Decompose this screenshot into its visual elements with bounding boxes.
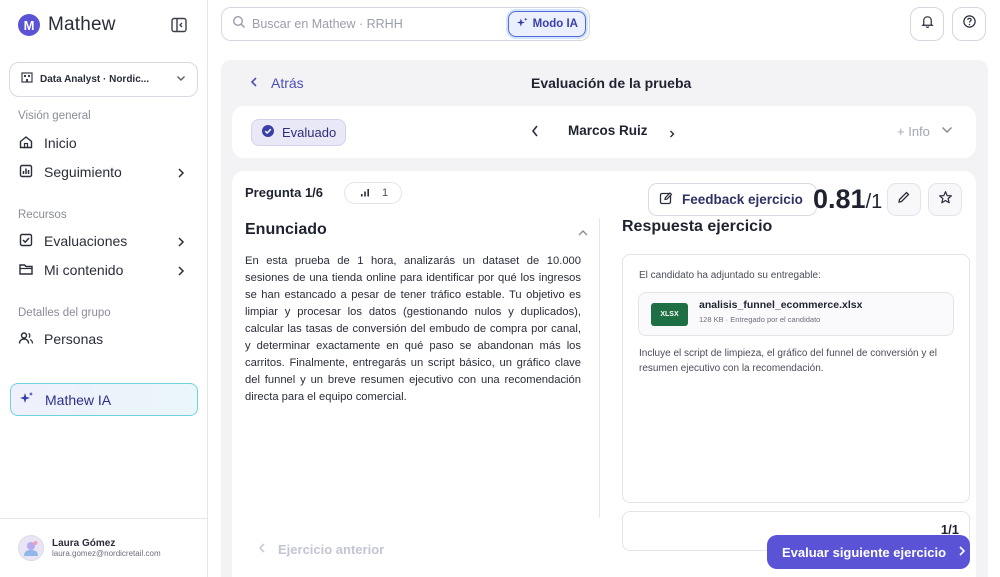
bell-icon [920,14,935,34]
difficulty-pill: 1 [344,182,402,204]
enunciado-title: Enunciado [245,221,327,238]
next-candidate-button[interactable] [668,126,676,144]
signal-bars-icon [360,187,370,200]
app-logo[interactable]: M Mathew [18,14,116,36]
user-email: laura.gomez@nordicretail.com [52,549,161,558]
feedback-button[interactable]: Feedback ejercicio [648,183,817,216]
feedback-label: Feedback ejercicio [682,192,803,207]
sidebar-item-label: Mathew IA [45,391,112,408]
previous-exercise-label: Ejercicio anterior [278,542,385,557]
section-resources: Recursos [18,209,67,221]
column-divider [599,218,600,518]
ai-mode-button[interactable]: Modo IA [507,11,586,37]
info-label: + Info [897,124,930,139]
workspace-selector[interactable]: Data Analyst · Nordic... [9,62,198,97]
back-label: Atrás [271,75,304,91]
attachment-name: analisis_funnel_ecommerce.xlsx [699,299,863,311]
response-title: Respuesta ejercicio [622,218,773,235]
folder-icon [18,261,34,280]
chevron-right-icon [176,166,186,182]
next-exercise-label: Evaluar siguiente ejercicio [782,544,947,560]
collapse-enunciado-button[interactable] [577,225,589,243]
enunciado-text: En esta prueba de 1 hora, analizarás un … [245,255,581,403]
search-input[interactable] [252,17,502,31]
response-description: Incluye el script de limpieza, el gráfic… [639,348,937,374]
chevron-right-icon [668,126,676,143]
sparkles-icon [19,390,35,409]
checkbox-icon [18,232,34,251]
help-button[interactable] [952,7,986,41]
chevron-right-icon [958,545,966,560]
chevron-right-icon [176,235,186,251]
workspace-label: Data Analyst · Nordic... [40,74,150,85]
star-icon [938,190,953,210]
chevron-down-icon [175,71,187,89]
check-circle-icon [261,124,275,141]
sidebar: M Mathew Data Analyst · Nordic... Visión… [0,0,208,577]
back-button[interactable]: Atrás [249,75,304,91]
info-toggle[interactable]: + Info [897,124,954,139]
favorite-button[interactable] [928,183,962,216]
edit-score-button[interactable] [887,183,921,216]
sidebar-item-label: Seguimiento [44,164,122,180]
sparkles-icon [516,16,529,32]
sidebar-item-seguimiento[interactable]: Seguimiento [10,158,198,186]
question-label: Pregunta 1/6 [245,185,324,200]
score-value: 0.81 [813,184,866,214]
ai-mode-label: Modo IA [532,18,578,30]
pencil-icon [897,190,911,209]
sidebar-item-evaluaciones[interactable]: Evaluaciones [10,227,198,255]
chevron-right-icon [176,264,186,280]
sidebar-item-inicio[interactable]: Inicio [10,129,198,157]
chevron-left-icon [258,542,266,557]
next-exercise-button[interactable]: Evaluar siguiente ejercicio [767,535,970,569]
sidebar-item-contenido[interactable]: Mi contenido [10,256,198,284]
response-intro: El candidato ha adjuntado su entregable: [639,270,821,281]
chart-icon [18,163,34,182]
edit-icon [659,191,673,208]
page-title: Evaluación de la prueba [531,75,692,91]
search-icon [232,15,246,34]
chevron-left-icon [249,75,259,91]
help-icon [962,14,977,34]
sidebar-item-label: Inicio [44,135,77,151]
main-panel: Atrás Evaluación de la prueba Evaluado M… [221,60,988,577]
logo-mark: M [18,14,40,36]
attachment-meta: 128 KB · Entregado por el candidato [699,315,821,324]
status-label: Evaluado [282,125,337,140]
sidebar-item-label: Evaluaciones [44,233,128,249]
attachment-card[interactable]: XLSX analisis_funnel_ecommerce.xlsx 128 … [638,292,954,336]
previous-candidate-button[interactable] [530,124,540,143]
candidate-name: Marcos Ruiz [568,123,648,138]
chevron-left-icon [530,125,540,142]
user-name: Laura Gómez [52,538,116,549]
section-group: Detalles del grupo [18,307,111,319]
score: 0.81/1 [813,184,882,215]
notifications-button[interactable] [910,7,944,41]
sidebar-item-personas[interactable]: Personas [10,325,198,353]
section-overview: Visión general [18,110,91,122]
sidebar-item-mathew-ia[interactable]: Mathew IA [10,383,198,416]
question-card: Pregunta 1/6 1 Feedback ejercicio 0.81/1… [232,171,976,577]
evaluation-header: Evaluado Marcos Ruiz + Info [232,106,976,158]
sidebar-item-label: Personas [44,331,104,347]
users-icon [18,330,34,349]
sidebar-divider [0,518,208,519]
sidebar-item-label: Mi contenido [44,262,124,278]
difficulty-value: 1 [382,187,389,199]
search-bar[interactable]: Modo IA [221,7,590,41]
chevron-up-icon [577,225,589,242]
avatar [18,535,44,561]
user-profile[interactable]: Laura Gómez laura.gomez@nordicretail.com [18,535,161,561]
sidebar-collapse-icon[interactable] [170,16,190,36]
score-max: /1 [865,191,883,213]
xlsx-file-icon: XLSX [651,303,688,326]
response-box: El candidato ha adjuntado su entregable:… [622,254,970,503]
previous-exercise-button[interactable]: Ejercicio anterior [258,542,384,557]
app-name: Mathew [48,14,116,35]
status-badge: Evaluado [251,119,347,146]
home-icon [18,134,34,153]
building-icon [20,70,34,89]
chevron-down-icon [940,124,954,139]
